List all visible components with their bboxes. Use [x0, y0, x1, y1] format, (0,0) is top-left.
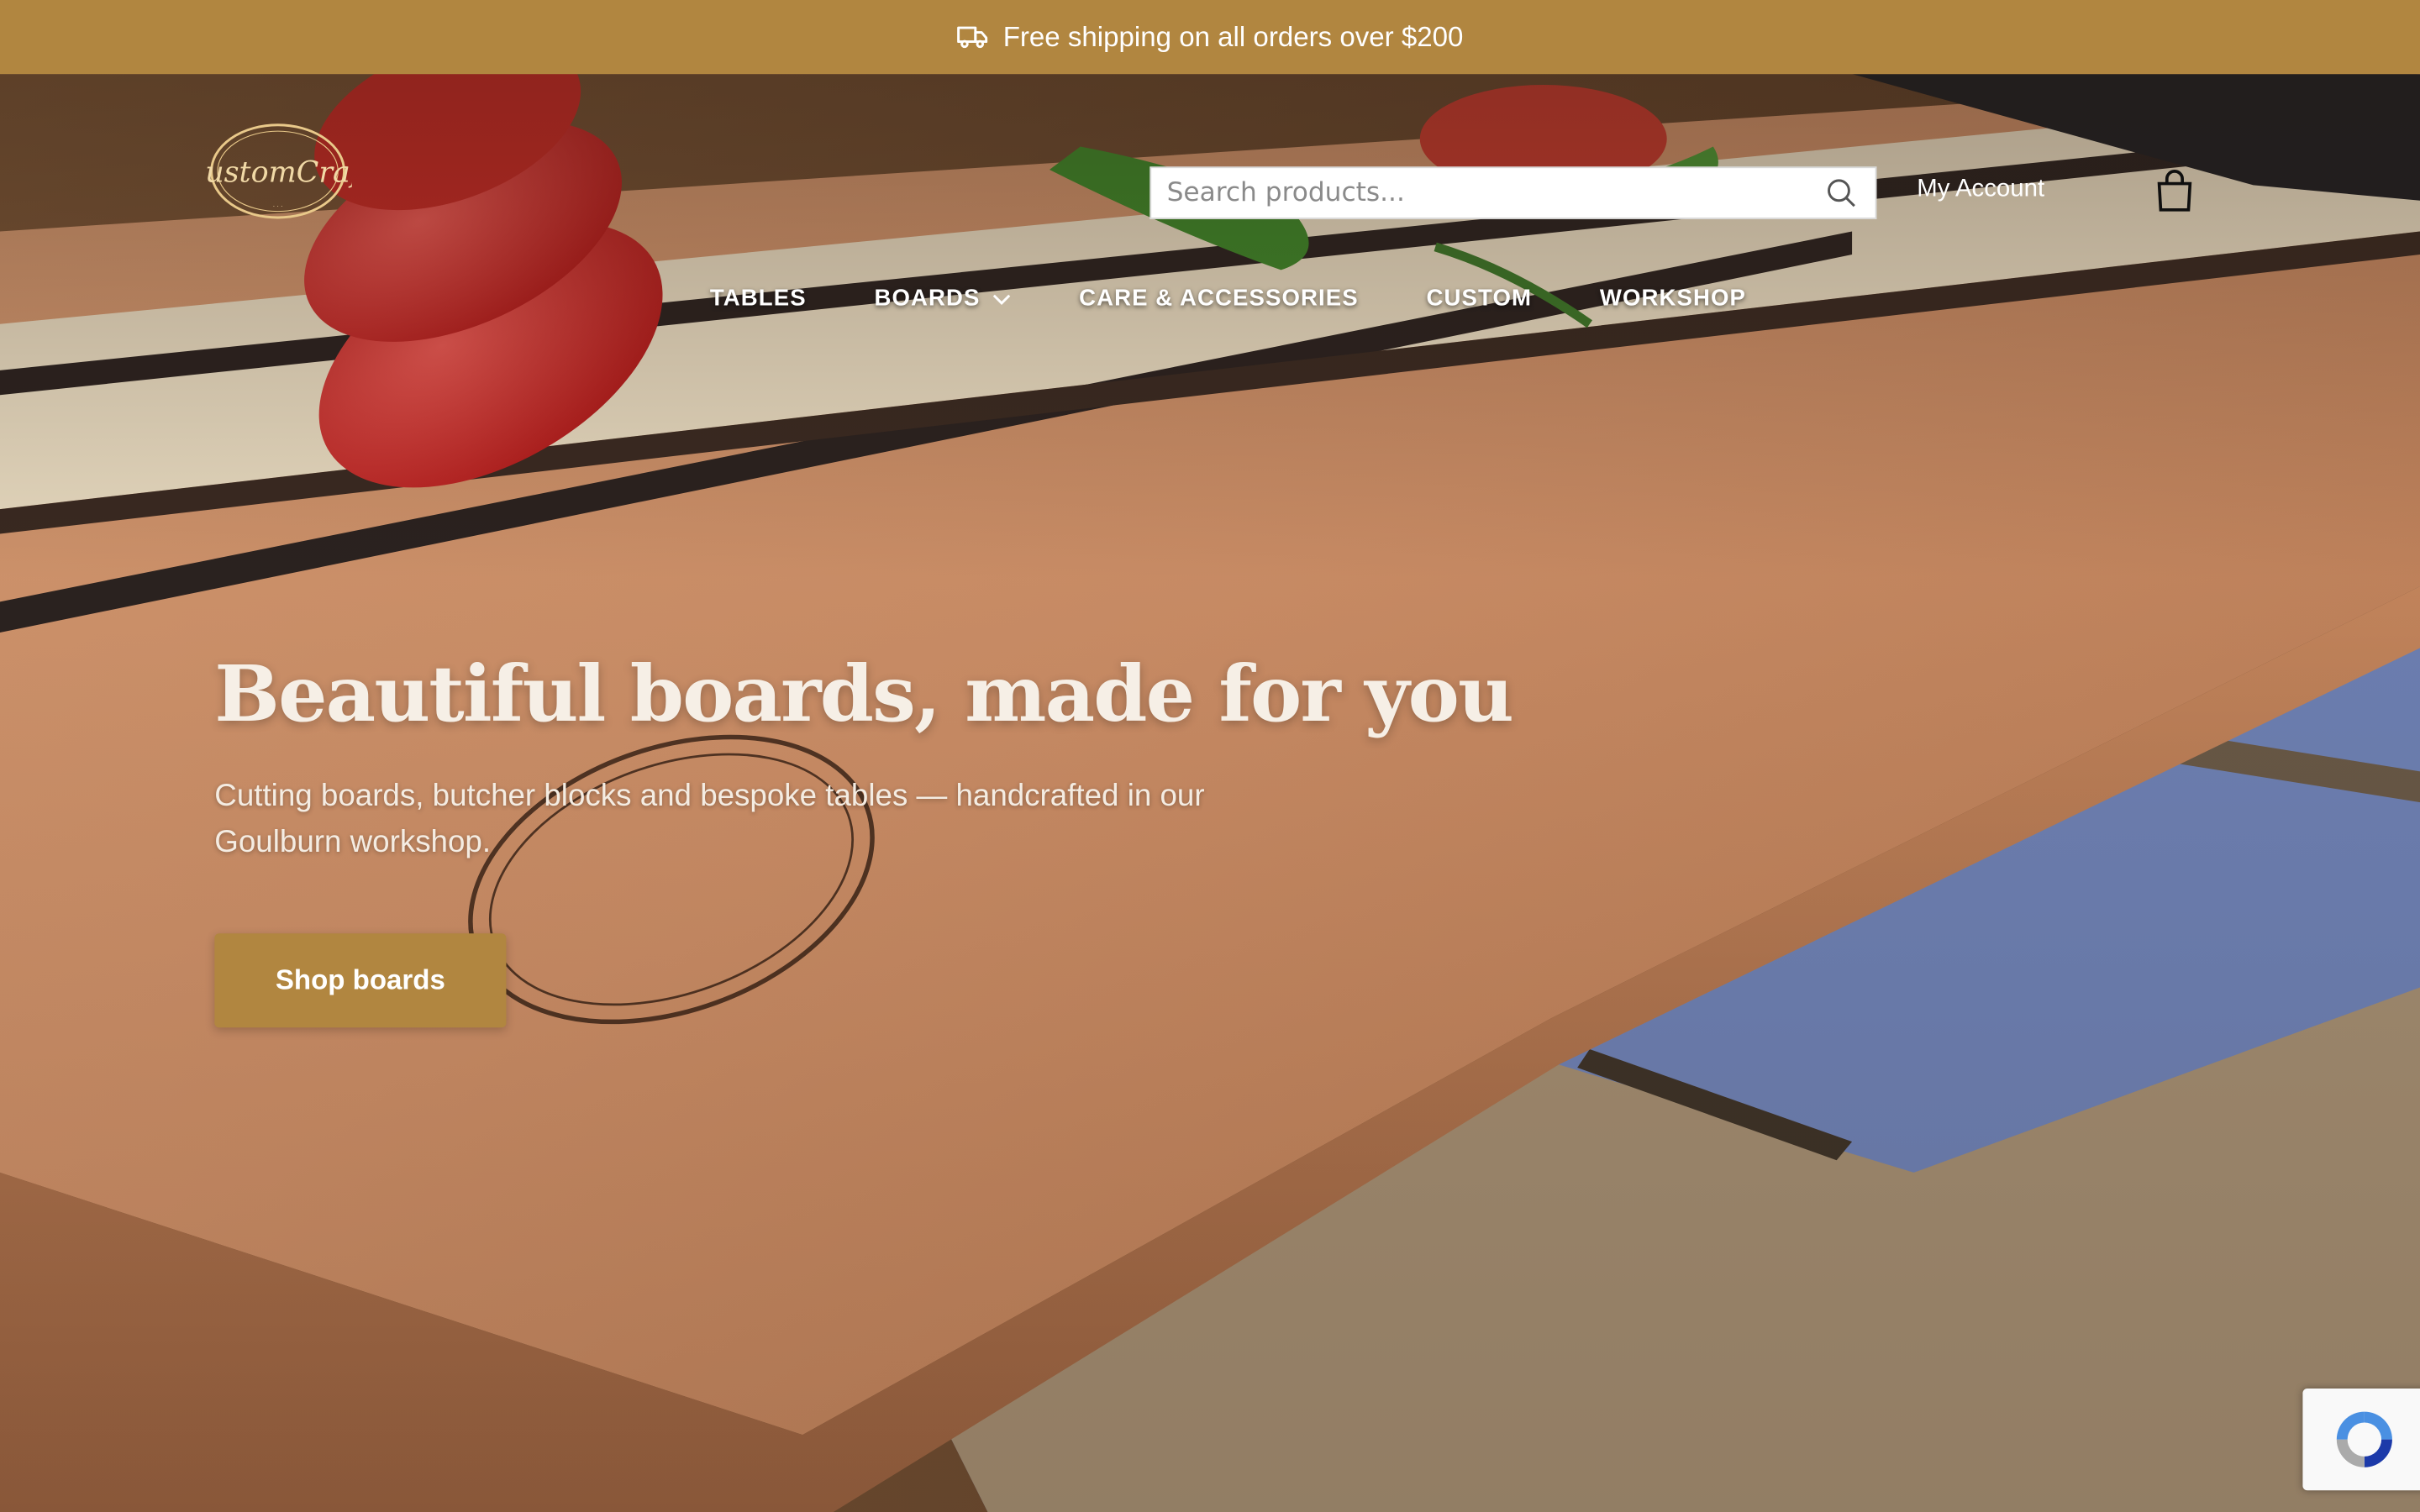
nav-label: CARE & ACCESSORIES [1079, 285, 1359, 312]
recaptcha-badge[interactable] [2302, 1389, 2420, 1491]
chevron-down-icon [993, 293, 1011, 305]
nav-item-tables[interactable]: TABLES [710, 286, 807, 312]
page: Free shipping on all orders over $200 us… [0, 0, 2420, 1512]
recaptcha-icon [2336, 1411, 2392, 1467]
shopping-bag-icon [2157, 170, 2192, 212]
site-logo[interactable]: CustomCraft · · · [183, 120, 374, 222]
announcement-bar: Free shipping on all orders over $200 [0, 0, 2420, 75]
main-nav: TABLES BOARDS CARE & ACCESSORIES CUSTOM … [710, 286, 1746, 312]
my-account-link[interactable]: My Account [1917, 176, 2044, 203]
search-button[interactable] [1807, 168, 1876, 218]
nav-item-care-accessories[interactable]: CARE & ACCESSORIES [1079, 286, 1359, 312]
svg-text:CustomCraft: CustomCraft [207, 156, 352, 190]
announcement-text: Free shipping on all orders over $200 [1002, 20, 1464, 52]
hero-title: Beautiful boards, made for you [214, 648, 1514, 739]
search-icon [1828, 179, 1855, 207]
truck-icon [956, 26, 987, 49]
nav-label: BOARDS [874, 285, 981, 312]
search-input[interactable] [1151, 168, 1807, 218]
nav-label: TABLES [709, 285, 807, 312]
hero-subtitle: Cutting boards, butcher blocks and bespo… [214, 779, 1205, 860]
nav-item-boards[interactable]: BOARDS [875, 286, 1012, 312]
shop-boards-button[interactable]: Shop boards [214, 933, 507, 1028]
nav-item-custom[interactable]: CUSTOM [1427, 286, 1533, 312]
nav-label: CUSTOM [1426, 285, 1533, 312]
search-bar [1150, 166, 1877, 219]
nav-item-workshop[interactable]: WORKSHOP [1600, 286, 1746, 312]
cart-button[interactable] [2154, 170, 2195, 213]
nav-label: WORKSHOP [1599, 285, 1747, 312]
svg-text:· · ·: · · · [273, 202, 283, 210]
